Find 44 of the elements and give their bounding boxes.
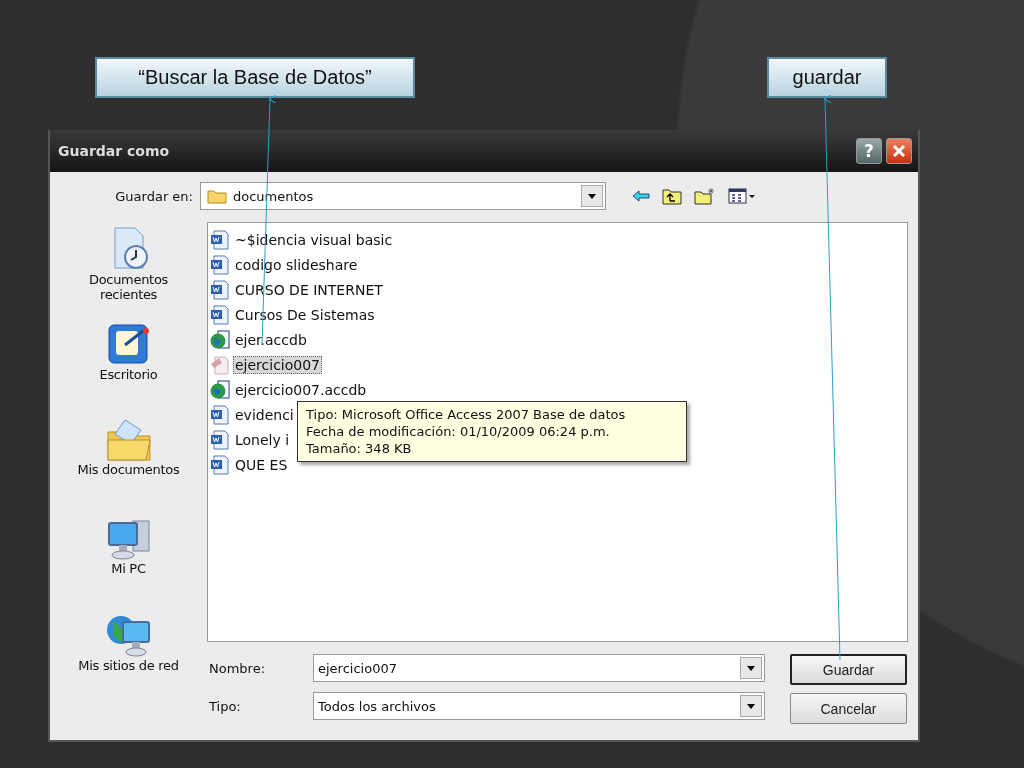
- file-type-dropdown[interactable]: Todos los archivos: [313, 692, 765, 720]
- word-document-icon: [210, 454, 230, 475]
- save-in-label: Guardar en:: [114, 188, 194, 204]
- word-document-icon: [210, 254, 230, 275]
- name-label: Nombre:: [209, 660, 267, 676]
- view-menu-icon[interactable]: [728, 188, 756, 204]
- file-name[interactable]: QUE ES: [233, 455, 290, 474]
- save-button[interactable]: Guardar: [790, 654, 907, 685]
- places-item[interactable]: Documentos recientes: [50, 222, 207, 319]
- callout-label: “Buscar la Base de Datos”: [95, 57, 415, 98]
- new-folder-icon[interactable]: [694, 187, 716, 205]
- places-item[interactable]: Mis sitios de red: [50, 610, 207, 707]
- file-name[interactable]: ejercicio007: [233, 355, 323, 374]
- faded-document-icon: [210, 354, 230, 375]
- word-document-icon: [210, 229, 230, 250]
- back-arrow-icon[interactable]: [632, 190, 650, 202]
- word-document-icon: [210, 404, 230, 425]
- close-icon: [892, 144, 906, 158]
- places-item[interactable]: Escritorio: [50, 319, 207, 416]
- file-name[interactable]: ejercicio007.accdb: [233, 380, 369, 399]
- file-name[interactable]: CURSO DE INTERNET: [233, 280, 385, 299]
- word-document-icon: [210, 279, 230, 300]
- word-document-icon: [210, 429, 230, 450]
- file-name[interactable]: evidenci: [233, 405, 296, 424]
- file-name[interactable]: Lonely i: [233, 430, 292, 449]
- callout-label: guardar: [767, 57, 887, 98]
- globe-file-icon: [210, 379, 230, 400]
- file-name[interactable]: ejer.accdb: [233, 330, 309, 349]
- save-in-dropdown[interactable]: documentos: [200, 182, 606, 210]
- close-button[interactable]: [886, 138, 912, 164]
- cancel-button[interactable]: Cancelar: [790, 693, 907, 724]
- window-title: Guardar como: [58, 143, 171, 159]
- type-label: Tipo:: [209, 698, 242, 714]
- places-item[interactable]: Mi PC: [50, 513, 207, 610]
- documents-folder-icon: [104, 418, 153, 462]
- globe-file-icon: [210, 329, 230, 350]
- folder-icon: [207, 188, 227, 204]
- word-document-icon: [210, 304, 230, 325]
- file-name[interactable]: Cursos De Sistemas: [233, 305, 377, 324]
- up-folder-icon[interactable]: [662, 187, 682, 205]
- file-info-tooltip: Tipo: Microsoft Office Access 2007 Base de datos Fecha de modificación: 01/10/2009 06:24 p.m. Tamaño: 348 KB: [297, 401, 687, 462]
- help-button[interactable]: ?: [856, 138, 882, 164]
- file-name-field[interactable]: ejercicio007: [313, 654, 765, 682]
- places-item[interactable]: Mis documentos: [50, 416, 207, 513]
